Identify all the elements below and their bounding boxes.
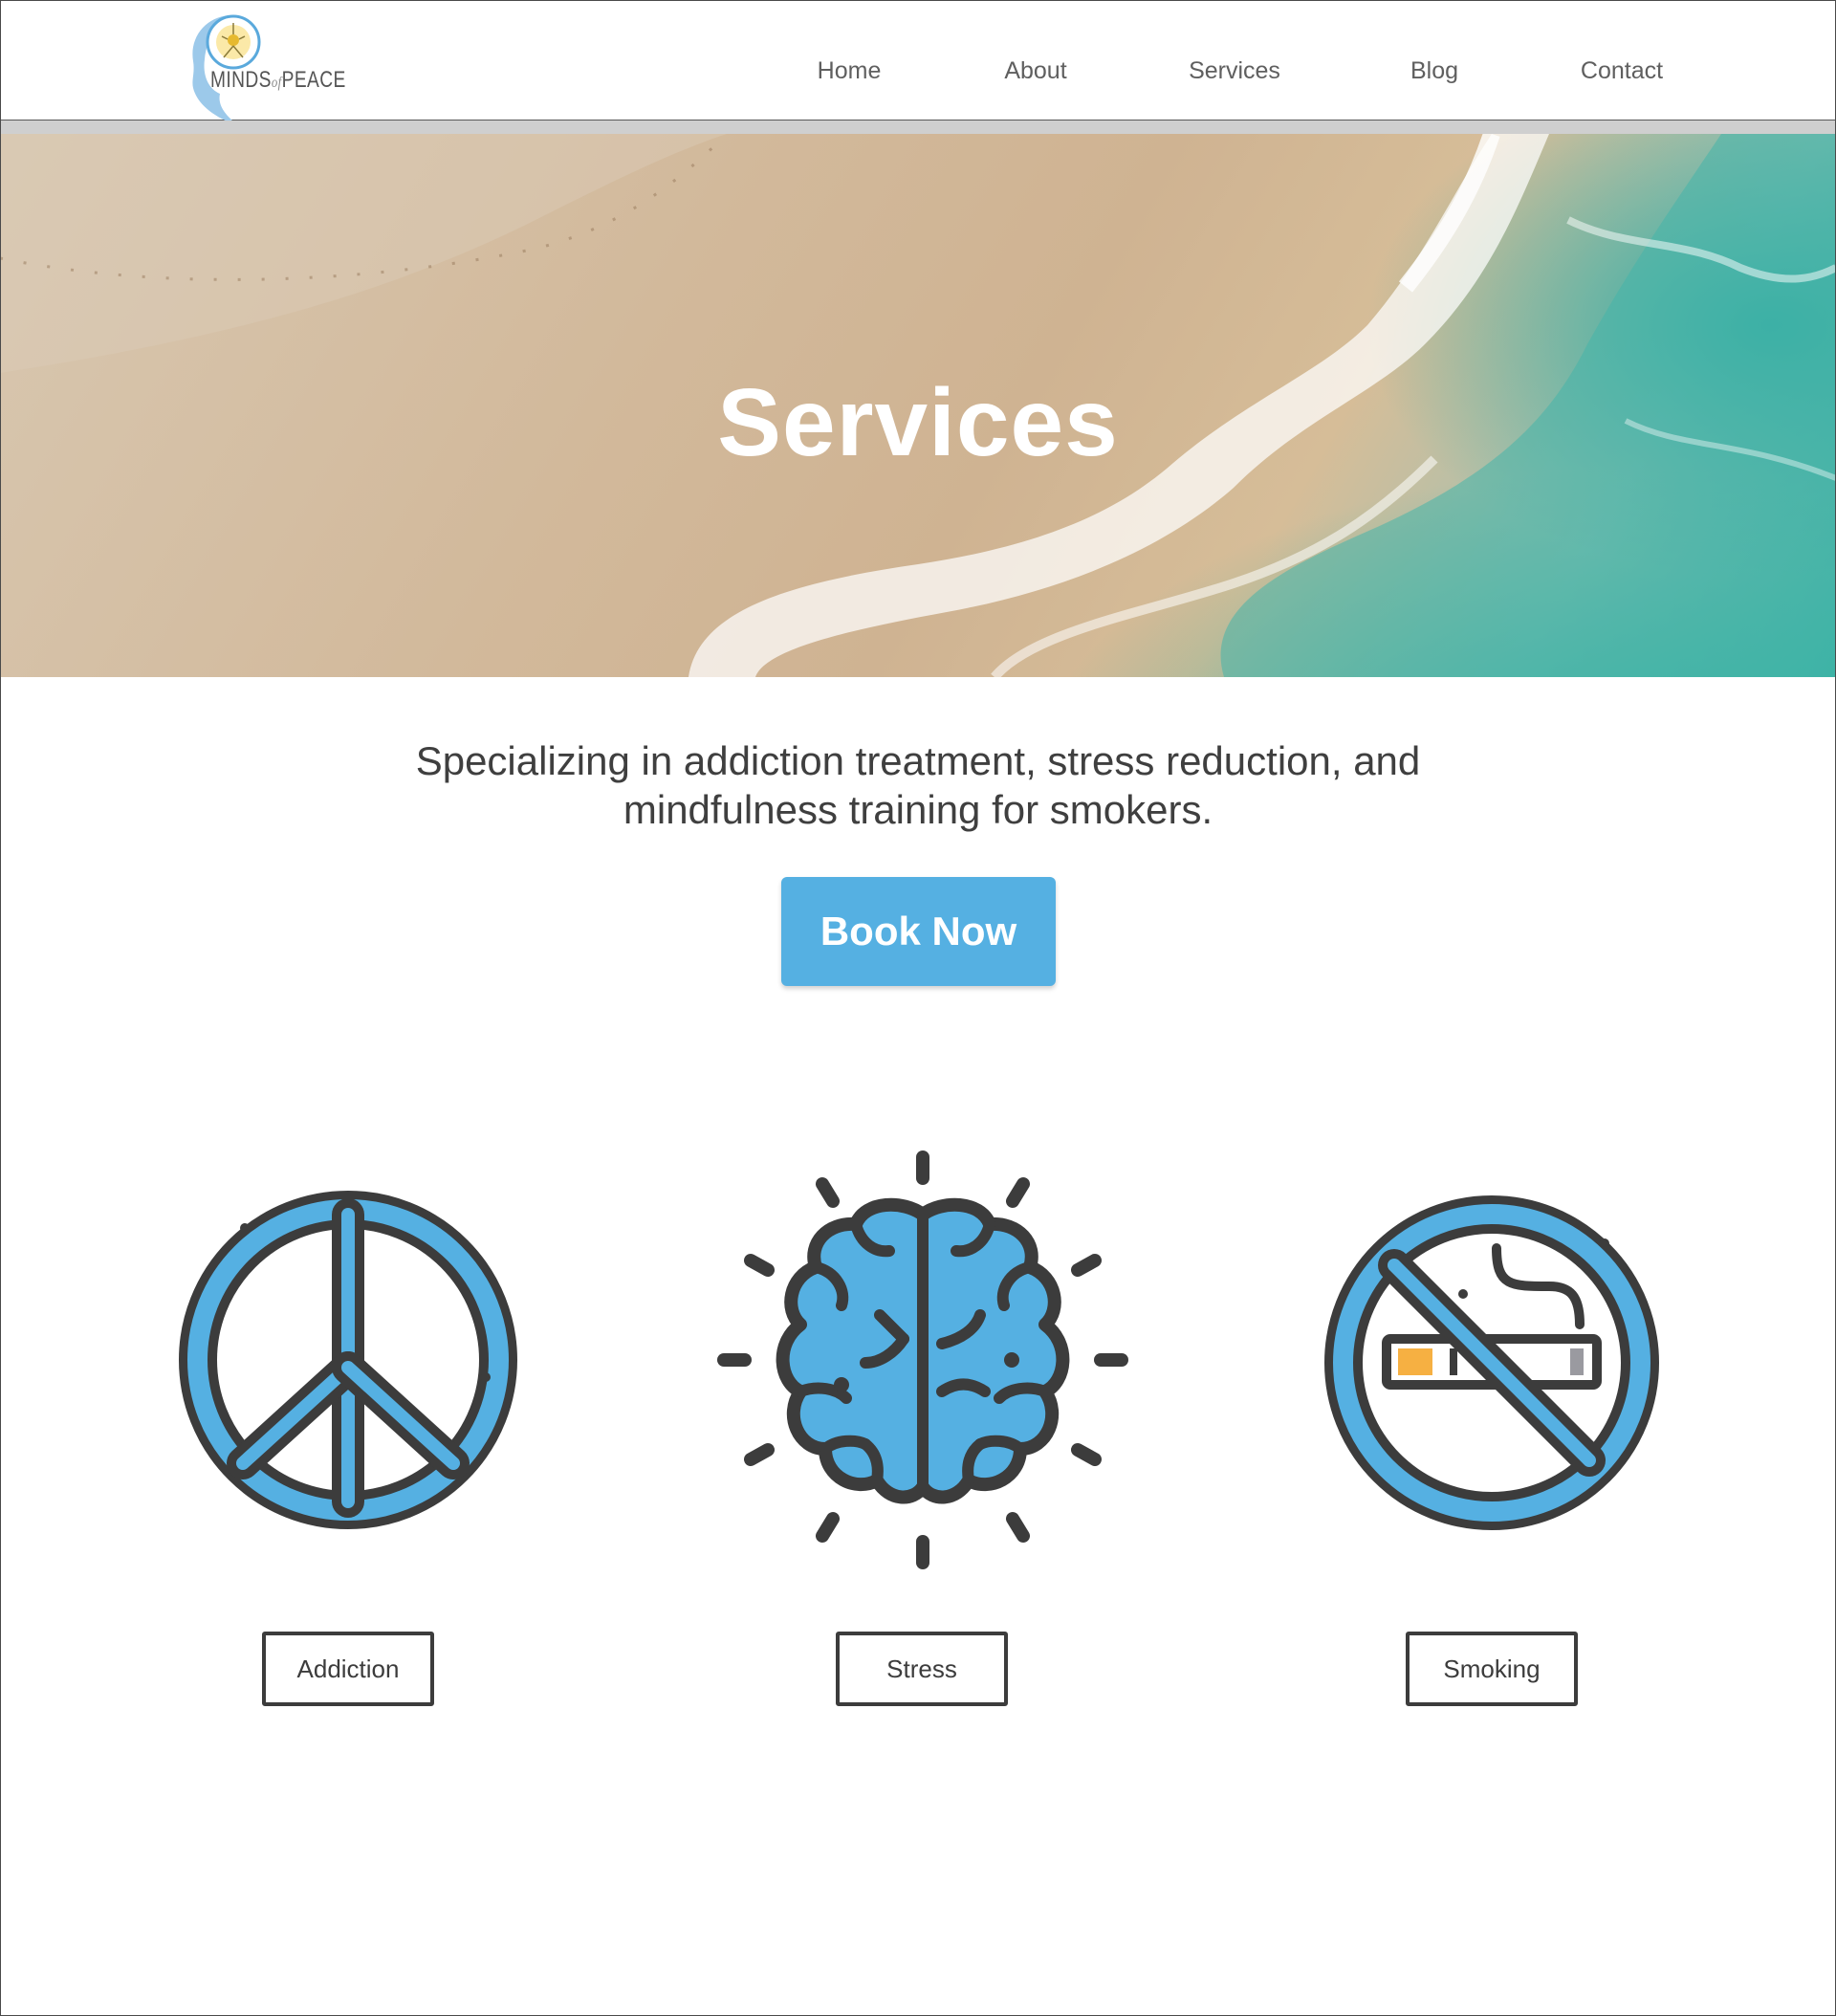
stress-button[interactable]: Stress: [836, 1632, 1008, 1706]
logo-word-peace: PEACE: [281, 67, 346, 93]
hero-title: Services: [717, 369, 1119, 476]
no-smoking-icon: [1320, 1191, 1664, 1540]
header-shadow: [0, 121, 1836, 134]
nav-blog[interactable]: Blog: [1410, 57, 1458, 85]
hero-banner: Services: [0, 134, 1836, 677]
peace-sign-icon: [174, 1186, 522, 1539]
nav-services[interactable]: Services: [1189, 57, 1280, 85]
nav-about[interactable]: About: [1004, 57, 1066, 85]
smoking-button[interactable]: Smoking: [1406, 1632, 1578, 1706]
nav-home[interactable]: Home: [818, 57, 882, 85]
intro-text: Specializing in addiction treatment, str…: [382, 736, 1454, 834]
intro-line-2: mindfulness training for smokers.: [623, 787, 1213, 832]
logo-text: MINDSofPEACE: [210, 67, 346, 94]
nav-contact[interactable]: Contact: [1581, 57, 1663, 85]
addiction-button[interactable]: Addiction: [262, 1632, 434, 1706]
logo-word-minds: MINDS: [210, 67, 272, 93]
intro-line-1: Specializing in addiction treatment, str…: [415, 738, 1421, 783]
logo-word-of: of: [271, 75, 282, 91]
minds-of-peace-logo[interactable]: MINDSofPEACE: [184, 11, 346, 132]
site-header: MINDSofPEACE Home About Services Blog Co…: [0, 0, 1836, 126]
brain-icon: [712, 1148, 1133, 1578]
book-now-button[interactable]: Book Now: [781, 877, 1056, 986]
